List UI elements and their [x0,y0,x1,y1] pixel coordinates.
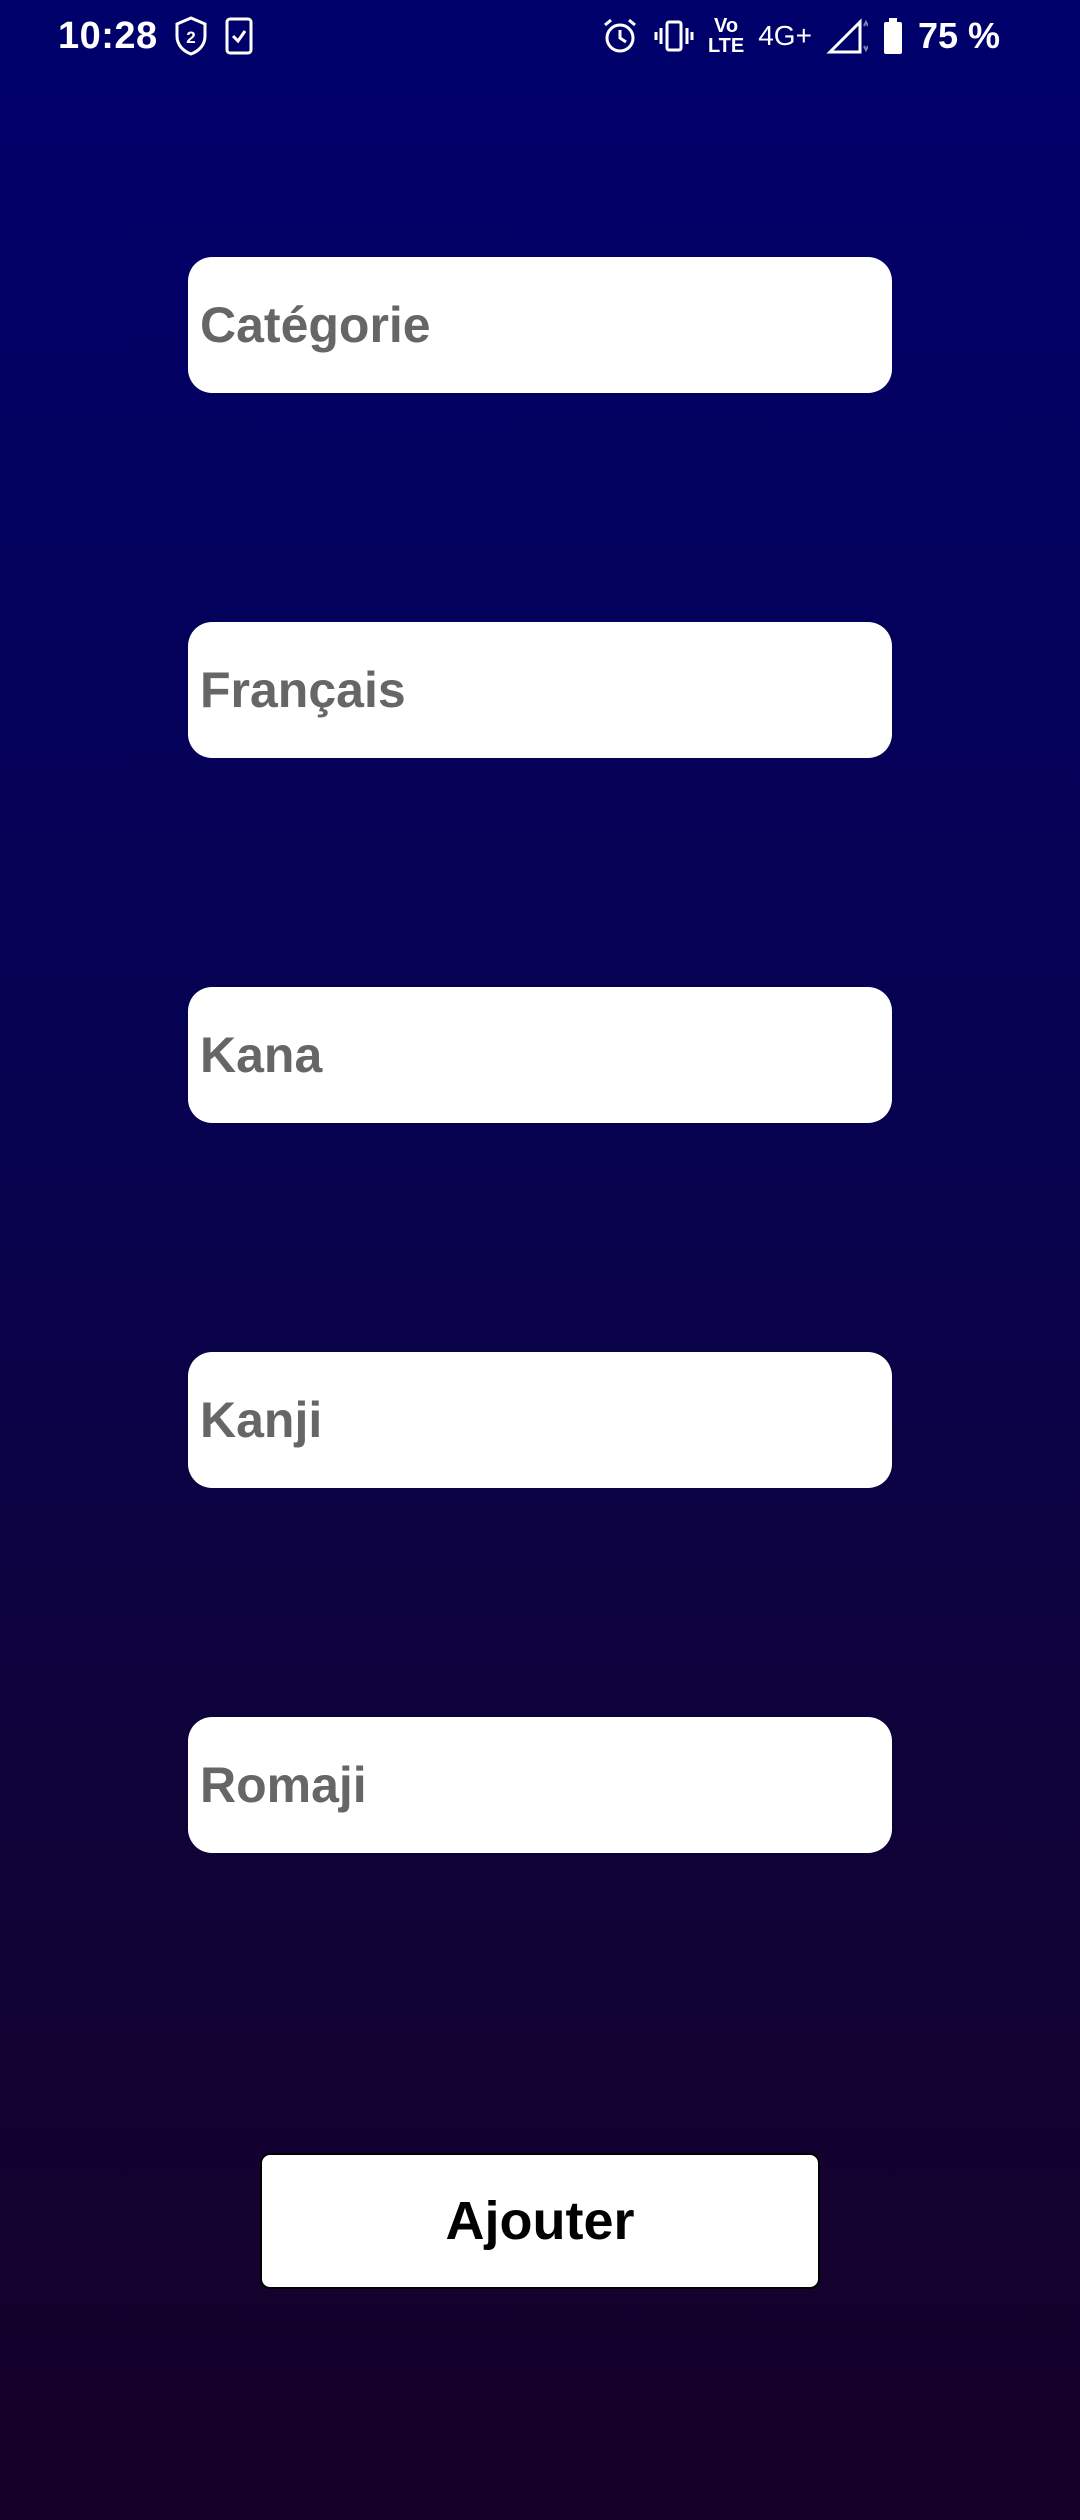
francais-field[interactable] [188,622,892,758]
categorie-field[interactable] [188,257,892,393]
status-left: 10:28 2 [58,14,254,58]
kana-field[interactable] [188,987,892,1123]
volte-icon: Vo LTE [708,16,744,56]
volte-top-label: Vo [714,15,739,37]
kana-input[interactable] [188,987,892,1123]
status-bar: 10:28 2 Vo LTE 4G+ 75 % [0,0,1080,72]
francais-input[interactable] [188,622,892,758]
romaji-field[interactable] [188,1717,892,1853]
network-type: 4G+ [758,20,812,51]
vibrate-icon [654,16,694,56]
kanji-field[interactable] [188,1352,892,1488]
kanji-input[interactable] [188,1352,892,1488]
status-right: Vo LTE 4G+ 75 % [600,14,1000,58]
volte-bottom-label: LTE [707,35,745,57]
battery-percent: 75 % [917,15,1000,56]
svg-text:2: 2 [186,28,195,47]
signal-icon [826,16,868,56]
alarm-icon [600,16,640,56]
categorie-input[interactable] [188,257,892,393]
status-time: 10:28 [58,15,158,57]
battery-icon [882,16,904,56]
task-check-icon [224,16,254,56]
romaji-input[interactable] [188,1717,892,1853]
add-button[interactable]: Ajouter [260,2153,820,2289]
vpn-shield-icon: 2 [174,16,208,56]
